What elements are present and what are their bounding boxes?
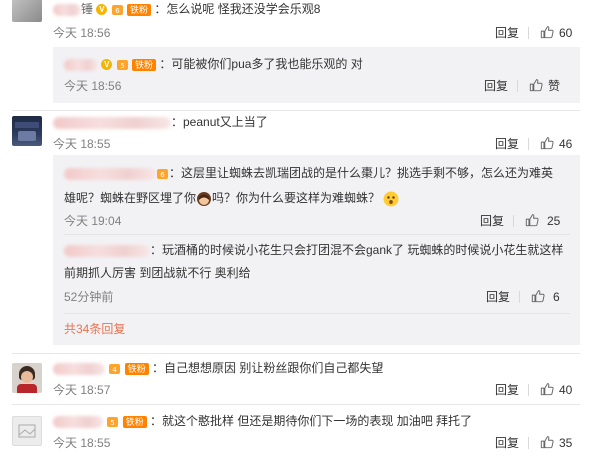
- thumb-up-icon[interactable]: [540, 136, 554, 150]
- comment-text-line: 4 铁粉 ：自己想想原因 别让粉丝跟你们自己都失望: [53, 360, 383, 376]
- like-count[interactable]: 46: [559, 137, 572, 151]
- reply-text: ：玩酒桶的时候说小花生只会打团混不会gank了 玩蜘蛛的时候说小花生就这样: [150, 243, 564, 257]
- action-divider: [513, 215, 514, 227]
- reply-button[interactable]: 回复: [480, 214, 504, 228]
- reply-time: 今天 19:04: [64, 214, 122, 228]
- woman-emoji-icon: [197, 191, 212, 206]
- reply-text-line: 前期抓人厉害 到团战就不行 奥利给: [64, 265, 251, 281]
- level-badge-icon: 5: [116, 59, 129, 71]
- level-badge-icon: 6: [156, 168, 169, 180]
- thumb-up-icon[interactable]: [540, 435, 554, 449]
- like-count[interactable]: 35: [559, 436, 572, 450]
- reply-text-line: 雄呢？蜘蛛在野区埋了你 吗？你为什么要这样为难蜘蛛？: [64, 190, 399, 207]
- user-avatar[interactable]: [12, 0, 42, 22]
- user-name[interactable]: [53, 116, 171, 129]
- comment-text: ：怎么说呢 怪我还没学会乐观8: [154, 2, 321, 16]
- comment-text-line: 锤 V 6 铁粉 ：怎么说呢 怪我还没学会乐观8: [53, 1, 320, 17]
- level-badge-icon: 4: [108, 363, 121, 375]
- user-avatar[interactable]: [12, 416, 42, 446]
- user-name[interactable]: [53, 362, 105, 375]
- action-divider: [528, 437, 529, 449]
- like-count[interactable]: 40: [559, 383, 572, 397]
- user-name[interactable]: [53, 3, 81, 16]
- svg-text:5: 5: [111, 419, 115, 427]
- surprised-face-icon: [383, 191, 399, 207]
- user-avatar[interactable]: [12, 116, 42, 146]
- fan-badge: 铁粉: [122, 415, 147, 428]
- comment-text-line: 5 铁粉 ：就这个憨批样 但还是期待你们下一场的表现 加油吧 拜托了: [53, 413, 472, 429]
- reply-text-line: V 5 铁粉 ：可能被你们pua多了我也能乐观的 对: [64, 56, 363, 72]
- verified-v-icon: V: [101, 59, 113, 71]
- svg-text:6: 6: [160, 171, 165, 179]
- reply-button[interactable]: 回复: [495, 383, 519, 397]
- reply-text-line: 6 ：这层里让蜘蛛去凯瑞团战的是什么棗儿？挑选手剩不够，怎么还为难英: [64, 165, 553, 181]
- reply-divider: [64, 313, 570, 314]
- user-name[interactable]: [53, 415, 103, 428]
- reply-button[interactable]: 回复: [495, 26, 519, 40]
- comment-divider: [12, 110, 580, 111]
- comment-text: ：peanut又上当了: [171, 115, 268, 129]
- fan-badge: 铁粉: [127, 3, 152, 16]
- fan-badge: 铁粉: [132, 58, 157, 71]
- thumb-up-icon[interactable]: [531, 289, 545, 303]
- comment-time: 今天 18:57: [53, 383, 111, 397]
- thumb-up-icon[interactable]: [540, 382, 554, 396]
- reply-text: 雄呢？蜘蛛在野区埋了你: [64, 191, 197, 205]
- more-replies-link[interactable]: 共34条回复: [64, 322, 125, 336]
- reply-time: 52分钟前: [64, 290, 114, 304]
- user-name[interactable]: [64, 58, 98, 71]
- action-divider: [528, 138, 529, 150]
- action-divider: [517, 80, 518, 92]
- like-count[interactable]: 25: [547, 214, 560, 228]
- reply-text: ：这层里让蜘蛛去凯瑞团战的是什么棗儿？挑选手剩不够，怎么还为难英: [169, 166, 554, 180]
- reply-list: V 5 铁粉 ：可能被你们pua多了我也能乐观的 对 今天 18:56 回复 赞: [53, 47, 580, 103]
- user-avatar[interactable]: [12, 363, 42, 393]
- comment-time: 今天 18:55: [53, 137, 111, 151]
- reply-button[interactable]: 回复: [484, 79, 508, 93]
- reply-time: 今天 18:56: [64, 79, 122, 93]
- reply-text: 吗？你为什么要这样为难蜘蛛？: [212, 191, 381, 205]
- reply-text: 前期抓人厉害 到团战就不行 奥利给: [64, 266, 251, 280]
- reply-text: ：可能被你们pua多了我也能乐观的 对: [159, 57, 363, 71]
- comment-text-line: ：peanut又上当了: [53, 114, 268, 130]
- svg-text:6: 6: [115, 7, 120, 15]
- reply-button[interactable]: 回复: [495, 137, 519, 151]
- svg-text:4: 4: [113, 366, 118, 374]
- comment-time: 今天 18:56: [53, 26, 111, 40]
- reply-divider: [64, 234, 570, 235]
- action-divider: [528, 384, 529, 396]
- fan-badge: 铁粉: [124, 362, 149, 375]
- like-button-label[interactable]: 赞: [548, 79, 560, 93]
- thumb-up-icon[interactable]: [540, 25, 554, 39]
- like-count[interactable]: 60: [559, 26, 572, 40]
- thumb-up-icon[interactable]: [529, 78, 543, 92]
- reply-text-line: ：玩酒桶的时候说小花生只会打团混不会gank了 玩蜘蛛的时候说小花生就这样: [64, 242, 563, 258]
- level-badge-icon: 5: [106, 416, 119, 428]
- comment-text: ：自己想想原因 别让粉丝跟你们自己都失望: [152, 361, 384, 375]
- comment-time: 今天 18:55: [53, 436, 111, 450]
- user-name-tail: 锤: [81, 2, 94, 16]
- action-divider: [519, 291, 520, 303]
- like-count[interactable]: 6: [553, 290, 560, 304]
- reply-button[interactable]: 回复: [495, 436, 519, 450]
- svg-text:5: 5: [120, 62, 124, 70]
- thumb-up-icon[interactable]: [525, 213, 539, 227]
- verified-v-icon: V: [96, 4, 108, 16]
- user-name[interactable]: [64, 167, 156, 180]
- comment-text: ：就这个憨批样 但还是期待你们下一场的表现 加油吧 拜托了: [150, 414, 473, 428]
- comment-divider: [12, 404, 580, 405]
- user-name[interactable]: [64, 244, 150, 257]
- action-divider: [528, 27, 529, 39]
- reply-list: 6 ：这层里让蜘蛛去凯瑞团战的是什么棗儿？挑选手剩不够，怎么还为难英 雄呢？蜘蛛在…: [53, 155, 580, 345]
- level-badge-icon: 6: [111, 4, 124, 16]
- comment-divider: [12, 353, 580, 354]
- reply-button[interactable]: 回复: [486, 290, 510, 304]
